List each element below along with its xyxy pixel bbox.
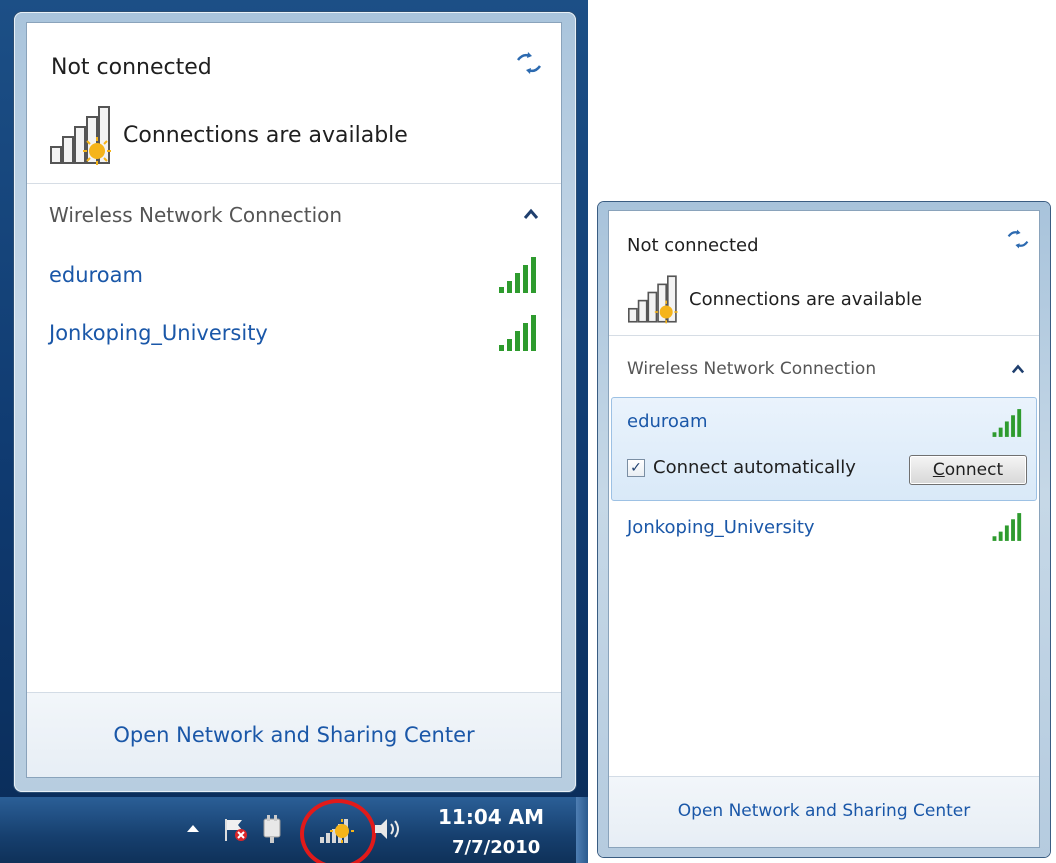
network-item-jonkoping[interactable]: Jonkoping_University — [627, 517, 815, 538]
flyout-footer: Open Network and Sharing Center — [609, 776, 1039, 847]
divider — [27, 183, 561, 184]
chevron-up-icon[interactable] — [1011, 363, 1025, 375]
show-desktop-button[interactable] — [576, 797, 588, 863]
speaker-icon[interactable] — [372, 815, 404, 843]
open-network-sharing-center-link[interactable]: Open Network and Sharing Center — [609, 801, 1039, 821]
signal-strength-icon — [992, 513, 1022, 541]
network-flyout-panel: Not connected Connections are available … — [26, 22, 562, 778]
connect-button[interactable]: Connect — [909, 455, 1027, 485]
network-item-eduroam[interactable]: eduroam — [49, 263, 143, 287]
signal-strength-icon — [992, 409, 1022, 437]
left-screenshot: Not connected Connections are available … — [0, 0, 588, 863]
signal-strength-icon — [499, 257, 536, 293]
divider — [609, 335, 1039, 336]
network-flyout-frame-expanded: Not connected Connections are available … — [598, 202, 1050, 857]
connect-button-access-key: C — [932, 460, 945, 480]
connect-automatically-label: Connect automatically — [653, 457, 856, 478]
flyout-footer: Open Network and Sharing Center — [27, 692, 561, 777]
connect-button-label: onnect — [944, 460, 1004, 480]
network-flyout-frame: Not connected Connections are available … — [14, 12, 576, 792]
connections-available-label: Connections are available — [123, 123, 408, 148]
connection-status: Not connected — [51, 55, 212, 80]
taskbar: 11:04 AM 7/7/2010 — [0, 797, 588, 863]
section-title: Wireless Network Connection — [627, 359, 877, 379]
power-plug-icon[interactable] — [258, 815, 288, 843]
section-title: Wireless Network Connection — [49, 203, 343, 227]
show-hidden-icons-icon[interactable] — [186, 823, 200, 833]
connect-automatically-checkbox[interactable]: ✓ — [627, 459, 645, 477]
wifi-available-icon — [628, 275, 678, 324]
refresh-icon[interactable] — [1005, 227, 1031, 251]
highlight-circle — [300, 799, 376, 863]
connections-available-label: Connections are available — [689, 289, 923, 310]
clock-time[interactable]: 11:04 AM — [438, 805, 544, 829]
wifi-available-icon — [50, 106, 111, 165]
network-item-eduroam[interactable]: eduroam — [627, 411, 708, 432]
network-flyout-panel-expanded: Not connected Connections are available … — [608, 210, 1040, 848]
connection-status: Not connected — [627, 235, 759, 256]
action-center-flag-icon[interactable] — [222, 817, 250, 843]
chevron-up-icon[interactable] — [523, 207, 539, 221]
signal-strength-icon — [499, 315, 536, 351]
refresh-icon[interactable] — [515, 49, 543, 77]
network-item-jonkoping[interactable]: Jonkoping_University — [49, 321, 268, 345]
open-network-sharing-center-link[interactable]: Open Network and Sharing Center — [27, 723, 561, 747]
clock-date[interactable]: 7/7/2010 — [452, 837, 540, 858]
